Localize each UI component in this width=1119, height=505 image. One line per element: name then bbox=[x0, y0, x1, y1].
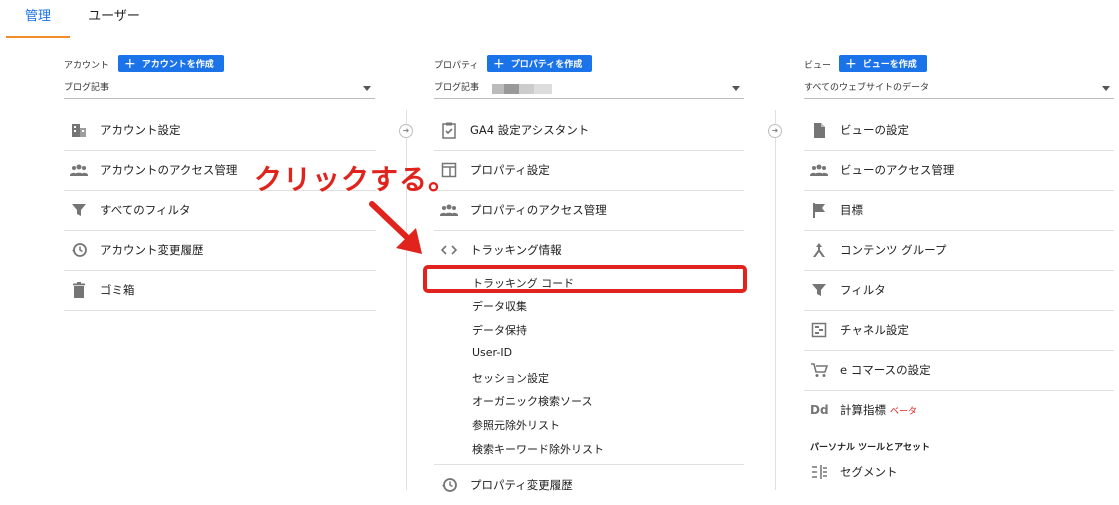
top-tab-bar: 管理 ユーザー bbox=[0, 0, 1119, 38]
tab-admin[interactable]: 管理 bbox=[6, 0, 70, 38]
menu-item-label: フィルタ bbox=[840, 283, 886, 297]
plus-icon: + bbox=[124, 56, 136, 72]
menu-item-trash[interactable]: ゴミ箱 bbox=[64, 270, 376, 311]
channel-icon bbox=[811, 322, 827, 338]
flag-icon bbox=[813, 203, 825, 218]
menu-item-goals[interactable]: 目標 bbox=[804, 190, 1114, 231]
menu-item-label: プロパティ変更履歴 bbox=[470, 478, 573, 492]
menu-item-label: アカウントのアクセス管理 bbox=[100, 163, 238, 177]
submenu-data-collection[interactable]: データ収集 bbox=[472, 298, 527, 314]
trash-icon bbox=[73, 282, 85, 298]
document-icon bbox=[814, 123, 825, 138]
menu-item-property-history[interactable]: プロパティ変更履歴 bbox=[434, 464, 744, 505]
create-property-label: プロパティを作成 bbox=[510, 60, 583, 70]
people-icon bbox=[440, 204, 458, 216]
submenu-data-retention[interactable]: データ保持 bbox=[472, 322, 527, 338]
plus-icon: + bbox=[493, 56, 505, 72]
segment-icon bbox=[812, 465, 827, 479]
dd-icon: Dd bbox=[810, 403, 829, 417]
create-property-button[interactable]: + プロパティを作成 bbox=[487, 55, 593, 72]
filter-icon bbox=[72, 204, 86, 216]
menu-item-label: アカウント設定 bbox=[100, 123, 181, 137]
view-column-label: ビュー bbox=[804, 61, 832, 71]
view-selector[interactable]: すべてのウェブサイトのデータ bbox=[804, 80, 1114, 99]
tracking-code-highlight-box bbox=[423, 265, 747, 293]
redacted-property-id bbox=[492, 84, 552, 94]
history-icon bbox=[72, 243, 87, 257]
menu-item-content-grouping[interactable]: コンテンツ グループ bbox=[804, 230, 1114, 271]
menu-item-label: トラッキング情報 bbox=[470, 243, 562, 257]
menu-item-property-settings[interactable]: プロパティ設定 bbox=[434, 150, 744, 191]
code-icon bbox=[440, 245, 458, 255]
menu-item-channel-settings[interactable]: チャネル設定 bbox=[804, 310, 1114, 351]
create-view-button[interactable]: + ビューを作成 bbox=[839, 55, 927, 72]
menu-item-view-access[interactable]: ビューのアクセス管理 bbox=[804, 150, 1114, 191]
history-icon bbox=[442, 478, 457, 492]
menu-item-label: ビューの設定 bbox=[840, 123, 909, 137]
menu-item-label: プロパティのアクセス管理 bbox=[470, 203, 607, 217]
menu-item-label: アカウント変更履歴 bbox=[100, 243, 204, 257]
building-icon bbox=[72, 124, 86, 137]
menu-item-label: ビューのアクセス管理 bbox=[840, 163, 955, 177]
menu-item-label: すべてのフィルタ bbox=[100, 203, 191, 217]
arrow-right-icon: ➜ bbox=[768, 124, 782, 138]
menu-item-label: ゴミ箱 bbox=[100, 283, 135, 297]
beta-badge: ベータ bbox=[890, 407, 918, 417]
menu-item-segments[interactable]: セグメント bbox=[804, 452, 1114, 492]
arrow-right-icon: ➜ bbox=[399, 124, 413, 138]
people-icon bbox=[70, 164, 88, 176]
menu-item-label: コンテンツ グループ bbox=[840, 243, 947, 257]
people-icon bbox=[810, 164, 828, 176]
account-selected-value: ブログ記事 bbox=[64, 83, 110, 93]
click-annotation-callout: クリックする。 bbox=[254, 163, 458, 196]
property-selected-value: ブログ記事 bbox=[434, 83, 480, 93]
menu-item-label: チャネル設定 bbox=[840, 323, 909, 337]
filter-icon bbox=[812, 284, 826, 296]
view-selected-value: すべてのウェブサイトのデータ bbox=[804, 83, 930, 93]
menu-item-label: GA4 設定アシスタント bbox=[470, 123, 590, 137]
menu-item-label: 目標 bbox=[840, 203, 863, 217]
property-selector[interactable]: ブログ記事 bbox=[434, 80, 744, 99]
create-account-button[interactable]: + アカウントを作成 bbox=[118, 55, 224, 72]
menu-item-view-settings[interactable]: ビューの設定 bbox=[804, 110, 1114, 151]
menu-item-view-filters[interactable]: フィルタ bbox=[804, 270, 1114, 311]
menu-item-label: e コマースの設定 bbox=[840, 363, 931, 377]
create-account-label: アカウントを作成 bbox=[141, 60, 214, 70]
menu-item-label: プロパティ設定 bbox=[470, 163, 550, 177]
menu-item-ga4-setup-assistant[interactable]: GA4 設定アシスタント bbox=[434, 110, 744, 151]
dropdown-caret-icon bbox=[1102, 86, 1110, 91]
menu-item-property-access[interactable]: プロパティのアクセス管理 bbox=[434, 190, 744, 231]
menu-item-calculated-metrics[interactable]: Dd 計算指標 ベータ bbox=[804, 390, 1114, 430]
dropdown-caret-icon bbox=[732, 86, 740, 91]
content-group-icon bbox=[813, 243, 825, 257]
column-divider bbox=[775, 110, 776, 490]
create-view-label: ビューを作成 bbox=[862, 60, 917, 70]
tab-user[interactable]: ユーザー bbox=[82, 0, 146, 36]
property-column-label: プロパティ bbox=[434, 61, 479, 71]
annotation-arrow-icon bbox=[369, 201, 422, 254]
menu-item-ecommerce-settings[interactable]: e コマースの設定 bbox=[804, 350, 1114, 391]
cart-icon bbox=[811, 363, 828, 377]
submenu-user-id[interactable]: User-ID bbox=[472, 346, 512, 359]
submenu-session-settings[interactable]: セッション設定 bbox=[472, 370, 549, 386]
menu-item-account-history[interactable]: アカウント変更履歴 bbox=[64, 230, 376, 271]
submenu-search-term-exclusion[interactable]: 検索キーワード除外リスト bbox=[472, 441, 604, 457]
menu-item-label: セグメント bbox=[840, 465, 898, 479]
menu-item-label: 計算指標 bbox=[840, 403, 886, 417]
plus-icon: + bbox=[845, 56, 857, 72]
menu-item-account-settings[interactable]: アカウント設定 bbox=[64, 110, 376, 151]
dropdown-caret-icon bbox=[363, 86, 371, 91]
submenu-referral-exclusion[interactable]: 参照元除外リスト bbox=[472, 417, 560, 433]
account-selector[interactable]: ブログ記事 bbox=[64, 80, 375, 99]
submenu-organic-search-sources[interactable]: オーガニック検索ソース bbox=[472, 393, 592, 409]
clipboard-check-icon bbox=[442, 122, 456, 139]
menu-item-tracking-info[interactable]: トラッキング情報 bbox=[434, 230, 744, 270]
account-column-label: アカウント bbox=[64, 61, 110, 71]
